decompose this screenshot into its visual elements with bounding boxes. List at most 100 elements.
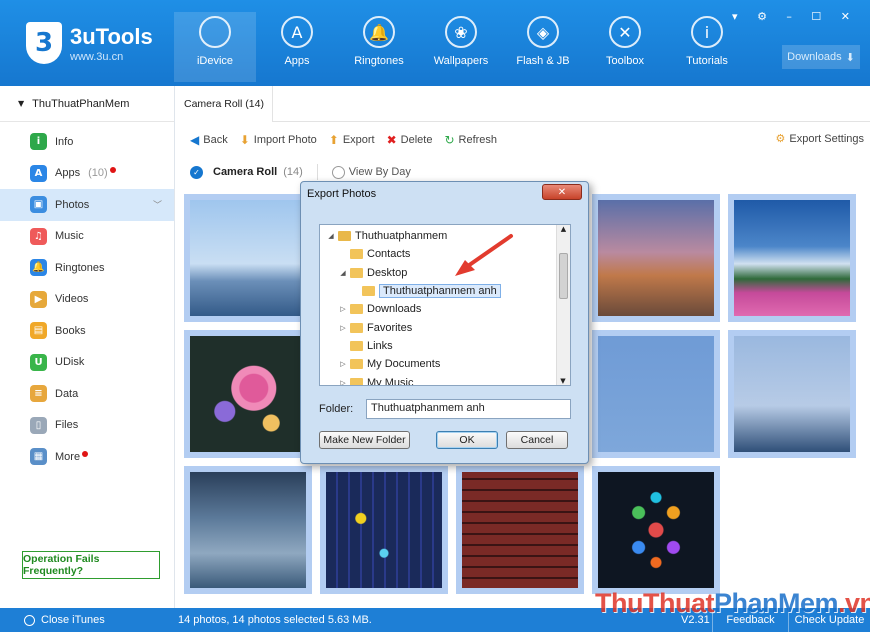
nav-idevice[interactable]: iDevice [174,12,256,82]
view-by-day-radio[interactable] [331,165,345,179]
photo-thumbnail[interactable] [184,194,312,322]
tree-item[interactable]: Thuthuatphanmem anh [320,282,570,300]
downloads-label: Downloads [787,51,842,63]
scroll-down-icon[interactable]: ▼ [557,377,569,385]
expanded-icon[interactable]: ◢ [338,269,348,277]
tree-item[interactable]: ◢ Desktop [320,264,570,282]
bell-icon: 🔔 [30,259,47,277]
photo-thumbnail[interactable] [592,330,720,458]
sidebar-item-label: Music [55,230,84,243]
ok-button[interactable]: OK [436,431,498,449]
camera-roll-radio[interactable]: ✓ [190,165,203,179]
scroll-thumb[interactable] [559,253,568,299]
sidebar-item-more[interactable]: ▦ More [0,441,174,473]
sidebar-item-books[interactable]: ▤ Books [0,315,174,347]
download-icon: ⬇ [845,51,855,64]
expanded-icon[interactable]: ◢ [326,232,336,240]
nav-label: Ringtones [354,55,404,67]
nav-wallpapers[interactable]: ❀ Wallpapers [420,16,502,78]
dialog-close-button[interactable]: ✕ [542,184,582,200]
downloads-button[interactable]: Downloads ⬇ [782,45,860,69]
folder-icon [350,304,363,315]
tree-item[interactable]: ▷ My Documents [320,355,570,373]
toolbar-label: Export [342,134,375,146]
tree-item[interactable]: Links [320,337,570,355]
nav-ringtones[interactable]: 🔔 Ringtones [338,16,420,78]
back-icon: ◀ [190,133,200,147]
book-icon: ▤ [30,322,47,340]
tree-item[interactable]: ▷ Downloads [320,300,570,318]
folder-input[interactable]: Thuthuatphanmem anh [366,399,571,419]
photo-thumbnail[interactable] [592,194,720,322]
sidebar-item-music[interactable]: ♫ Music [0,221,174,253]
grid-icon: ▦ [30,448,47,466]
sidebar-item-videos[interactable]: ▶ Videos [0,284,174,316]
tab-camera-roll[interactable]: Camera Roll (14) [176,86,273,122]
scroll-up-icon[interactable]: ▲ [557,225,570,233]
collapsed-icon[interactable]: ▷ [338,379,348,385]
photo-thumbnail[interactable] [184,466,312,594]
tree-item[interactable]: ▷ Favorites [320,318,570,336]
sidebar-item-udisk[interactable]: U UDisk [0,347,174,379]
collapsed-icon[interactable]: ▷ [338,324,348,332]
tree-scrollbar[interactable]: ▲ ▼ [556,225,570,385]
refresh-button[interactable]: ↻ Refresh [444,133,497,147]
photo-thumbnail[interactable] [456,466,584,594]
photo-image [326,472,442,588]
music-icon: ♫ [30,227,47,245]
sidebar-item-data[interactable]: ≡ Data [0,378,174,410]
udisk-icon: U [30,353,47,371]
sidebar-item-label: Books [55,324,86,337]
dropbox-icon: ◈ [527,16,559,48]
photo-thumbnail[interactable] [728,194,856,322]
photo-thumbnail[interactable] [184,330,312,458]
cancel-button[interactable]: Cancel [506,431,568,449]
back-button[interactable]: ◀ Back [190,133,228,147]
photo-image [190,472,306,588]
sidebar-item-files[interactable]: ▯ Files [0,410,174,442]
nav-label: Flash & JB [516,55,570,67]
nav-toolbox[interactable]: ✕ Toolbox [584,16,666,78]
sidebar-item-info[interactable]: i Info [0,126,174,158]
tree-item[interactable]: ▷ My Music [320,373,570,385]
sidebar-item-ringtones[interactable]: 🔔 Ringtones [0,252,174,284]
tools-icon: ✕ [609,16,641,48]
watermark: ThuThuatPhanMem.vn [595,588,870,618]
toolbar-label: Delete [400,134,433,146]
photo-image [734,200,850,316]
tree-item-label: Thuthuatphanmem [355,230,448,243]
window-controls[interactable]: ▾ ⚙ – ☐ ✕ [732,10,858,23]
tree-item-label: My Documents [367,358,441,371]
collapsed-icon[interactable]: ▷ [338,305,348,313]
app-url: www.3u.cn [70,50,124,63]
export-settings-label: Export Settings [789,132,864,145]
export-button[interactable]: ⬆ Export [329,133,375,147]
close-itunes-button[interactable]: Close iTunes [24,614,105,626]
status-summary: 14 photos, 14 photos selected 5.63 MB. [178,614,372,626]
photo-thumbnail[interactable] [592,466,720,594]
delete-button[interactable]: ✖ Delete [387,133,433,147]
video-icon: ▶ [30,290,47,308]
nav-tutorials[interactable]: i Tutorials [666,16,748,78]
info-icon: i [30,133,47,151]
nav-label: Wallpapers [433,55,489,67]
make-new-folder-button[interactable]: Make New Folder [319,431,410,449]
sidebar-item-photos[interactable]: ▣ Photos ﹀ [0,189,174,221]
refresh-icon: ↻ [444,133,455,147]
nav-apps[interactable]: A Apps [256,16,338,78]
tree-item[interactable]: Contacts [320,245,570,263]
tree-item[interactable]: ◢ Thuthuatphanmem [320,227,570,245]
photo-thumbnail[interactable] [320,466,448,594]
import-photo-button[interactable]: ⬇ Import Photo [240,133,317,147]
nav-flash-jb[interactable]: ◈ Flash & JB [502,16,584,78]
device-selector[interactable]: ▼ ThuThuatPhanMem [0,86,174,122]
export-settings-button[interactable]: ⚙ Export Settings [776,132,864,145]
logo-icon: 3 [26,22,62,64]
import-icon: ⬇ [239,133,250,147]
photo-thumbnail[interactable] [728,330,856,458]
camera-roll-count: (14) [283,166,303,178]
export-icon: ⬆ [328,133,339,147]
collapsed-icon[interactable]: ▷ [338,360,348,368]
operation-fails-button[interactable]: Operation Fails Frequently? [22,551,160,579]
sidebar-item-apps[interactable]: A Apps (10) [0,158,174,190]
